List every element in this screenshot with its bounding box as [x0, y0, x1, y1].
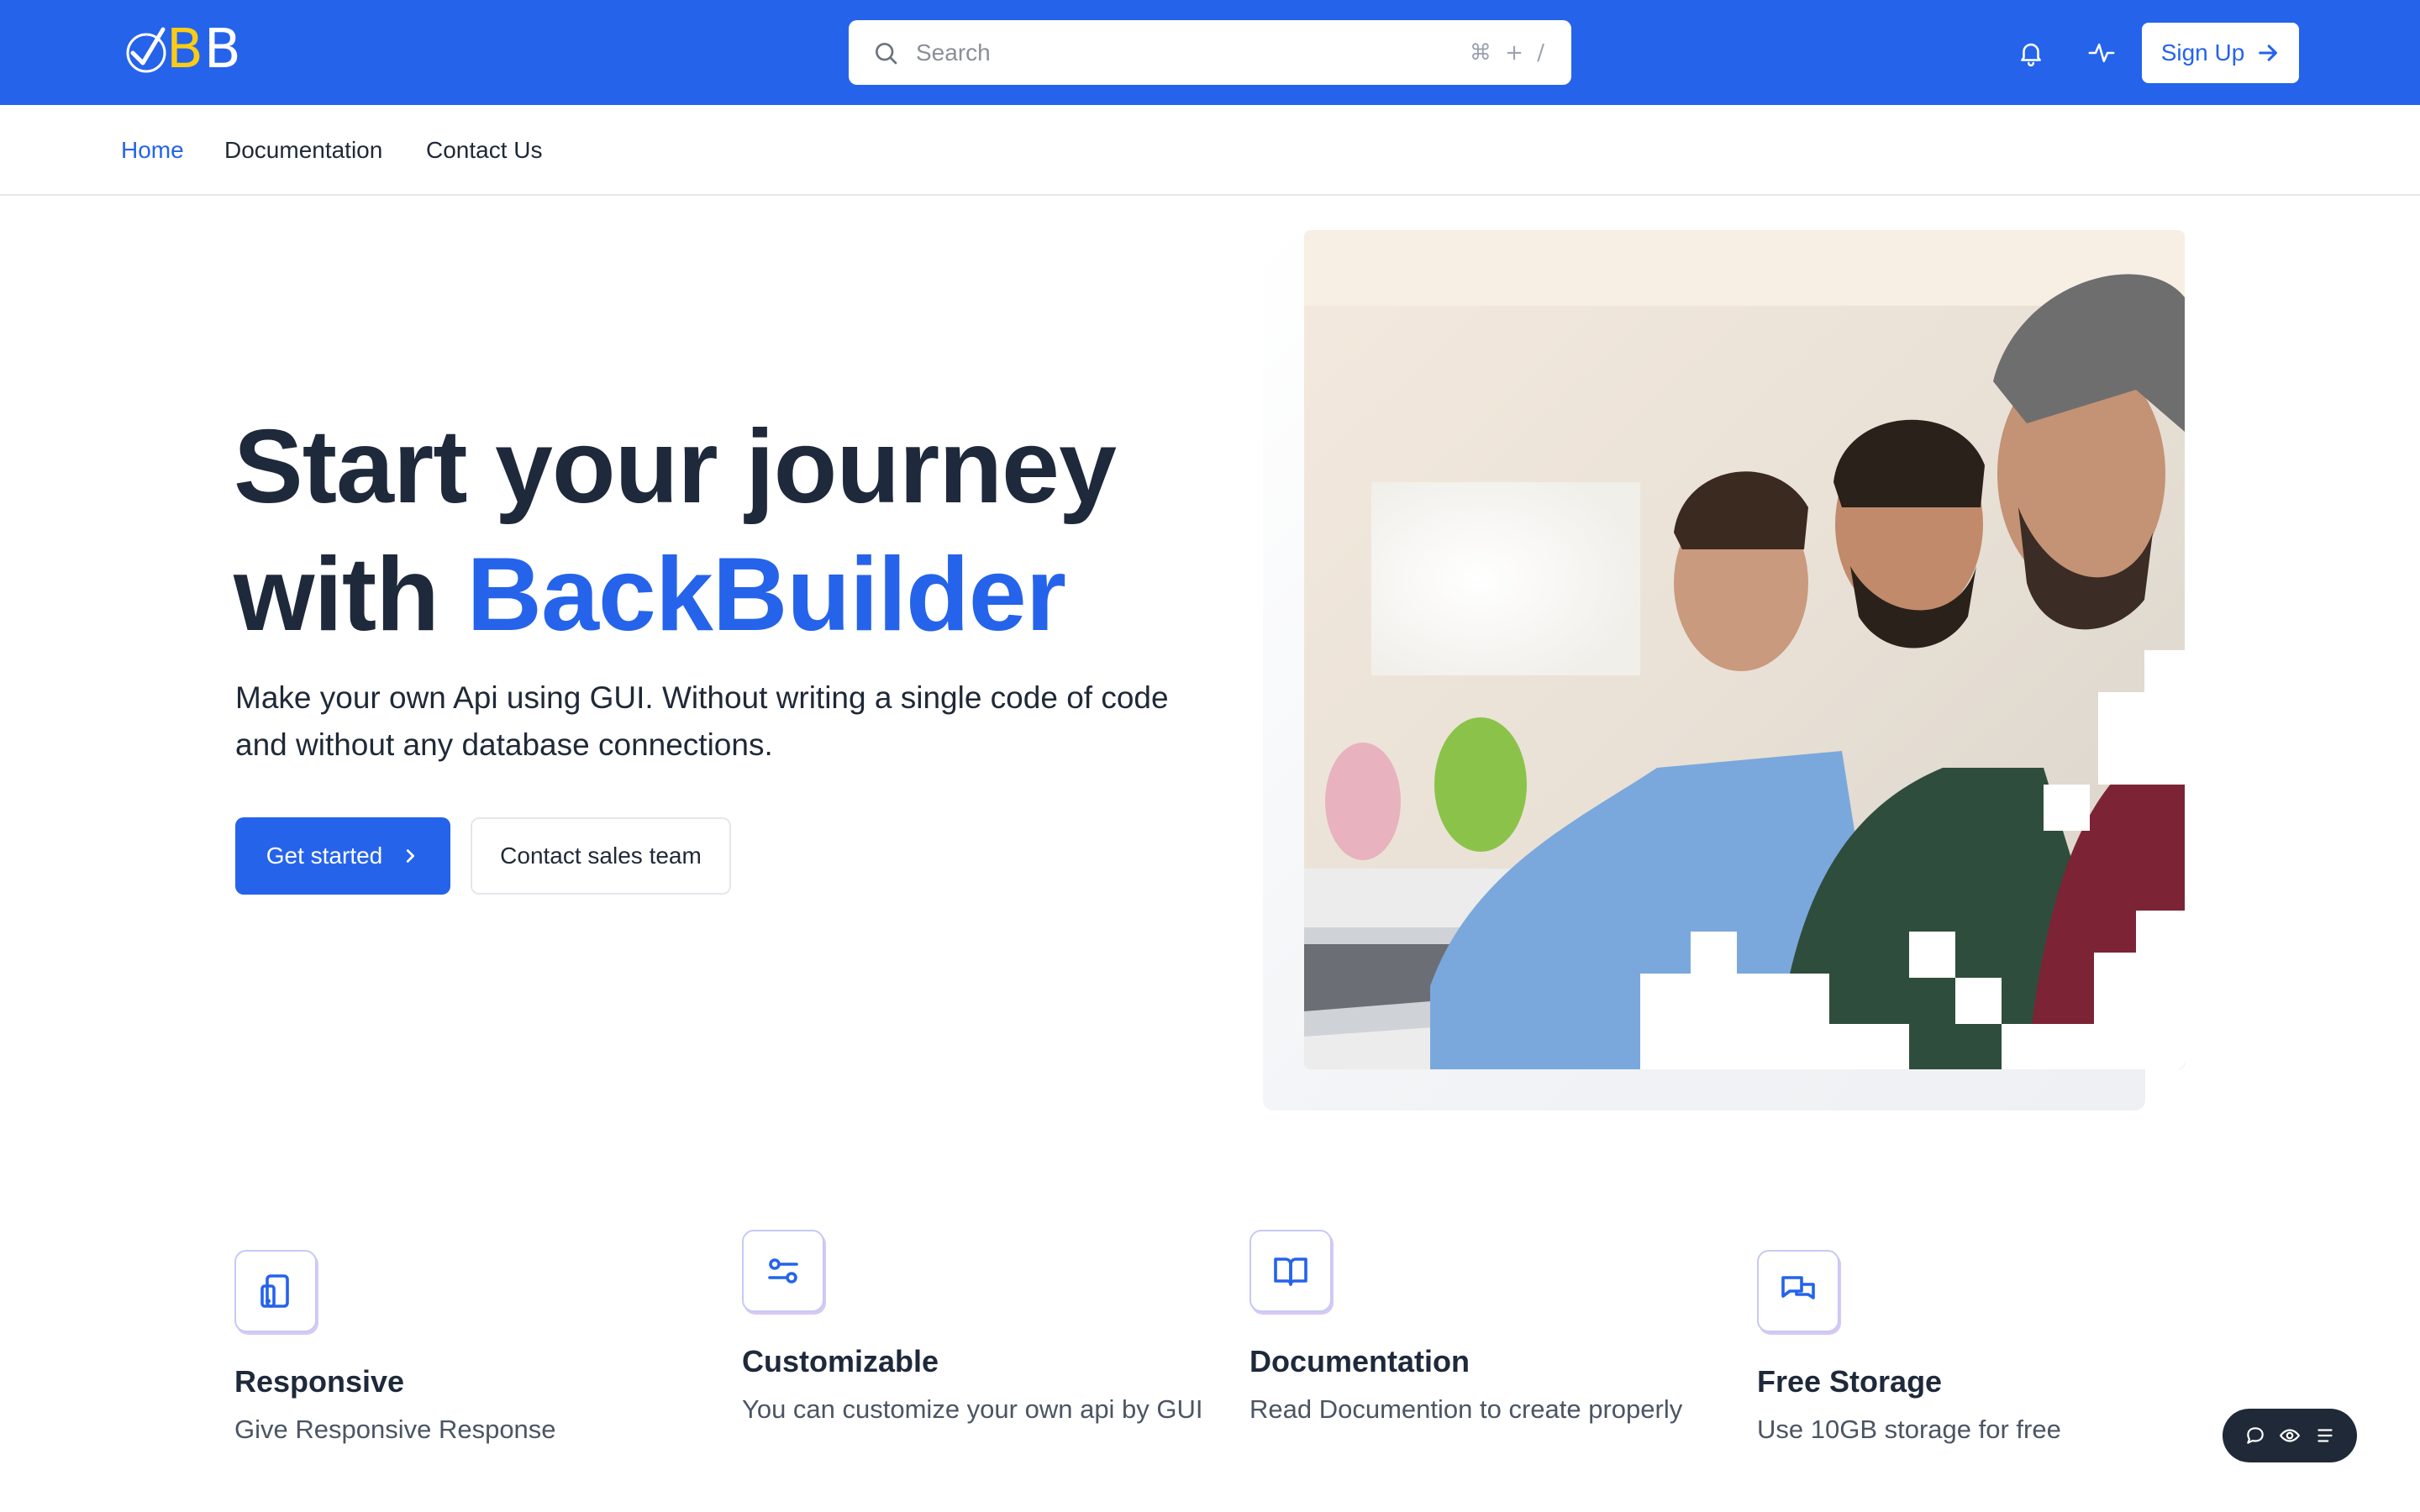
- feature-free-storage: Free Storage Use 10GB storage for free: [1757, 1250, 2228, 1450]
- activity-button[interactable]: [2081, 32, 2123, 74]
- hero-title: Start your journey with BackBuilder: [234, 403, 1242, 659]
- feature-icon-box: [1249, 1230, 1332, 1312]
- menu-icon[interactable]: [2314, 1425, 2336, 1446]
- feature-description: Give Responsive Response: [234, 1415, 556, 1444]
- feature-icon-box: [1757, 1250, 1839, 1332]
- feature-description: Use 10GB storage for free: [1757, 1415, 2061, 1444]
- nav-home[interactable]: Home: [121, 137, 184, 164]
- search-input[interactable]: [916, 39, 1470, 66]
- hero-subtitle: Make your own Api using GUI. Without wri…: [235, 680, 1169, 762]
- hero-title-accent: BackBuilder: [466, 537, 1066, 653]
- get-started-label: Get started: [266, 843, 383, 869]
- top-bar: BB ⌘ + / Sign Up: [0, 0, 2420, 105]
- search-shortcut: ⌘ + /: [1469, 39, 1548, 66]
- feature-title: Customizable: [742, 1344, 939, 1378]
- feature-customizable: Customizable You can customize your own …: [742, 1230, 1213, 1430]
- nav-documentation[interactable]: Documentation: [224, 137, 382, 164]
- feature-description: Read Documention to create properly: [1249, 1394, 1683, 1424]
- bell-icon: [2021, 43, 2041, 67]
- sliders-icon: [768, 1258, 798, 1284]
- hero-photo-illustration: [1304, 230, 2185, 1069]
- feature-icon-box: [742, 1230, 824, 1312]
- comment-icon[interactable]: [2244, 1425, 2266, 1446]
- feature-description: You can customize your own api by GUI: [742, 1394, 1203, 1424]
- hero-image: [1304, 230, 2185, 1069]
- floating-toolbar: [2223, 1409, 2357, 1462]
- hero-title-prefix: with: [234, 537, 467, 653]
- book-icon: [1274, 1257, 1307, 1286]
- tablet-icon: [260, 1274, 289, 1308]
- get-started-button[interactable]: Get started: [235, 817, 450, 895]
- logo-letter-yellow: B: [166, 18, 204, 81]
- feature-documentation: Documentation Read Documention to create…: [1249, 1230, 1720, 1430]
- feature-responsive: Responsive Give Responsive Response: [234, 1250, 705, 1450]
- contact-sales-label: Contact sales team: [500, 843, 702, 869]
- logo[interactable]: BB: [124, 20, 242, 79]
- activity-icon: [2088, 43, 2115, 63]
- nav-contact-us[interactable]: Contact Us: [426, 137, 543, 164]
- hero-title-line1: Start your journey: [234, 409, 1117, 525]
- logo-check-icon: [126, 27, 166, 73]
- logo-letter-white: B: [203, 18, 242, 81]
- search-icon: [876, 42, 897, 64]
- chevron-right-icon: [407, 849, 415, 863]
- arrow-right-icon: [2259, 45, 2278, 61]
- contact-sales-button[interactable]: Contact sales team: [471, 817, 731, 895]
- feature-title: Documentation: [1249, 1344, 1470, 1378]
- logo-text: BB: [166, 20, 242, 79]
- feature-icon-box: [234, 1250, 317, 1332]
- search-bar[interactable]: ⌘ + /: [849, 20, 1571, 85]
- notifications-button[interactable]: [2010, 32, 2052, 74]
- eye-icon[interactable]: [2279, 1425, 2301, 1446]
- main-nav: Home Documentation Contact Us: [0, 105, 2420, 196]
- sign-up-label: Sign Up: [2160, 39, 2245, 66]
- sign-up-button[interactable]: Sign Up: [2142, 23, 2299, 83]
- feature-title: Free Storage: [1757, 1364, 1943, 1399]
- feature-title: Responsive: [234, 1364, 405, 1399]
- chat-icon: [1781, 1276, 1815, 1299]
